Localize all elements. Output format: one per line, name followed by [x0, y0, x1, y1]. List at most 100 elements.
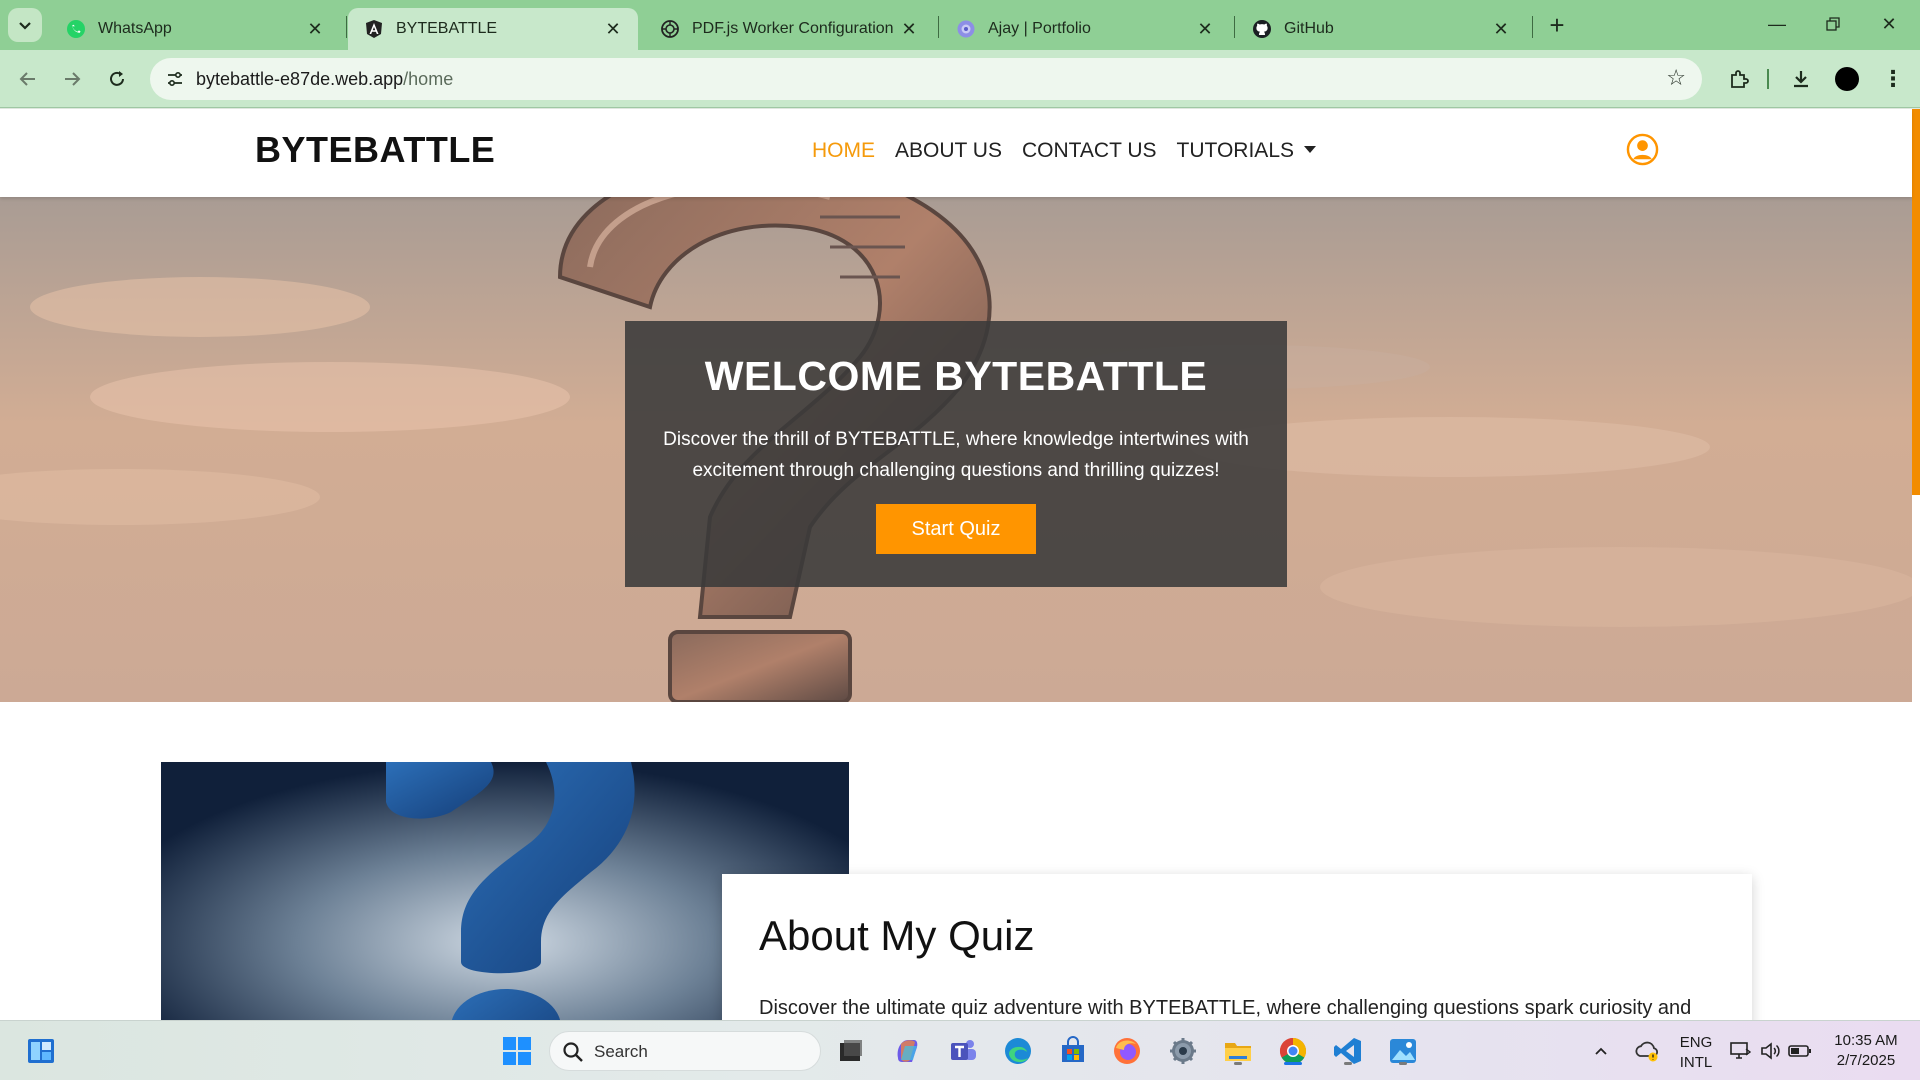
vscode-button[interactable] — [1331, 1034, 1365, 1068]
nav-contact-us[interactable]: CONTACT US — [1022, 139, 1157, 163]
weather-tray-button[interactable] — [1632, 1034, 1662, 1068]
start-quiz-button[interactable]: Start Quiz — [876, 504, 1036, 554]
battery-icon — [1788, 1045, 1811, 1057]
tab-title: WhatsApp — [98, 20, 172, 37]
toolbar-divider — [1767, 69, 1769, 89]
start-button[interactable] — [500, 1034, 534, 1068]
nav-about-us[interactable]: ABOUT US — [895, 139, 1002, 163]
battery-button[interactable] — [1787, 1034, 1813, 1068]
address-bar[interactable]: bytebattle-e87de.web.app/home ☆ — [150, 58, 1702, 100]
tab-pdfjs[interactable]: PDF.js Worker Configuration ✕ — [644, 8, 934, 50]
tab-title: Ajay | Portfolio — [988, 20, 1091, 37]
tab-separator — [938, 16, 939, 38]
about-description: Discover the ultimate quiz adventure wit… — [759, 997, 1692, 1019]
windows-icon — [503, 1037, 531, 1065]
hero-description: Discover the thrill of BYTEBATTLE, where… — [663, 429, 1249, 481]
tab-title: PDF.js Worker Configuration — [692, 20, 894, 37]
chevron-down-icon — [19, 22, 31, 30]
bookmark-star-icon[interactable]: ☆ — [1666, 65, 1686, 91]
firefox-button[interactable] — [1110, 1034, 1144, 1068]
close-icon[interactable]: ✕ — [1490, 18, 1512, 40]
minimize-button[interactable]: — — [1754, 8, 1800, 40]
site-brand[interactable]: BYTEBATTLE — [255, 129, 495, 171]
chevron-up-icon — [1595, 1047, 1607, 1055]
edge-button[interactable] — [1001, 1034, 1035, 1068]
scrollbar-thumb[interactable] — [1912, 109, 1920, 495]
github-icon — [1253, 20, 1271, 38]
close-window-button[interactable]: ✕ — [1866, 8, 1912, 40]
nav-tutorials-label: TUTORIALS — [1176, 139, 1294, 162]
taskbar-search[interactable]: Search — [549, 1031, 821, 1071]
site-info-button[interactable] — [162, 66, 188, 92]
edge-icon — [1005, 1038, 1031, 1064]
close-icon[interactable]: ✕ — [1194, 18, 1216, 40]
language-code: ENG — [1679, 1034, 1713, 1051]
url-host: bytebattle-e87de.web.app — [196, 69, 404, 89]
restore-button[interactable] — [1810, 8, 1856, 40]
teams-icon — [951, 1040, 976, 1060]
user-account-icon[interactable] — [1626, 133, 1659, 166]
file-explorer-button[interactable] — [1221, 1034, 1255, 1068]
close-icon[interactable]: ✕ — [602, 18, 624, 40]
forward-button[interactable] — [56, 63, 88, 95]
hero-card: WELCOME BYTEBATTLE Discover the thrill o… — [625, 321, 1287, 587]
profile-button[interactable] — [1830, 62, 1864, 96]
task-view-icon — [840, 1040, 862, 1061]
running-indicator — [1284, 1062, 1302, 1065]
avatar — [1835, 67, 1859, 91]
taskbar: Search ENG INTL 10:35 AM 2/7/2025 — [0, 1020, 1920, 1080]
copilot-button[interactable] — [890, 1034, 924, 1068]
photos-button[interactable] — [1386, 1034, 1420, 1068]
settings-button[interactable] — [1166, 1034, 1200, 1068]
about-title: About My Quiz — [759, 912, 1035, 959]
tab-whatsapp[interactable]: WhatsApp ✕ — [50, 8, 340, 50]
close-icon[interactable]: ✕ — [304, 18, 326, 40]
firefox-icon — [1114, 1038, 1140, 1064]
speaker-icon — [1761, 1042, 1780, 1060]
page-scrollbar[interactable] — [1912, 109, 1920, 1020]
site-header: BYTEBATTLE HOME ABOUT US CONTACT US TUTO… — [0, 109, 1912, 197]
language-indicator[interactable]: ENG INTL — [1676, 1033, 1716, 1073]
reload-button[interactable] — [101, 63, 133, 95]
show-hidden-icons-button[interactable] — [1590, 1034, 1612, 1068]
widgets-button[interactable] — [24, 1034, 58, 1068]
task-view-button[interactable] — [834, 1034, 868, 1068]
browser-menu-button[interactable]: ⋮ — [1876, 62, 1910, 96]
tab-title: BYTEBATTLE — [396, 20, 498, 37]
new-tab-button[interactable]: + — [1542, 11, 1572, 41]
url-text: bytebattle-e87de.web.app/home — [196, 69, 453, 90]
hero-title: WELCOME BYTEBATTLE — [704, 353, 1208, 399]
nav-home[interactable]: HOME — [812, 139, 875, 163]
store-button[interactable] — [1056, 1034, 1090, 1068]
tab-github[interactable]: GitHub ✕ — [1236, 8, 1526, 50]
tab-bytebattle[interactable]: BYTEBATTLE ✕ — [348, 8, 638, 50]
running-indicator — [1234, 1062, 1242, 1065]
arrow-left-icon — [19, 72, 35, 86]
monitor-network-icon — [1730, 1042, 1751, 1059]
chrome-button[interactable] — [1276, 1034, 1310, 1068]
clock[interactable]: 10:35 AM 2/7/2025 — [1826, 1031, 1906, 1071]
network-button[interactable] — [1727, 1034, 1753, 1068]
restore-icon — [1826, 17, 1840, 31]
main-nav: HOME ABOUT US CONTACT US TUTORIALS — [812, 139, 1316, 163]
openai-icon — [661, 20, 679, 38]
store-icon — [1062, 1036, 1084, 1062]
volume-button[interactable] — [1757, 1034, 1783, 1068]
teams-button[interactable] — [946, 1034, 980, 1068]
back-button[interactable] — [12, 63, 44, 95]
hero-section: WELCOME BYTEBATTLE Discover the thrill o… — [0, 197, 1912, 702]
search-icon — [563, 1042, 583, 1062]
url-path: /home — [403, 69, 454, 89]
tab-search-button[interactable] — [8, 8, 42, 42]
portfolio-icon — [957, 20, 975, 38]
nav-tutorials-dropdown[interactable]: TUTORIALS — [1177, 139, 1316, 163]
puzzle-icon — [1731, 70, 1749, 88]
angular-icon — [366, 20, 382, 38]
search-label: Search — [594, 1042, 648, 1061]
downloads-button[interactable] — [1784, 62, 1818, 96]
web-page: BYTEBATTLE HOME ABOUT US CONTACT US TUTO… — [0, 109, 1920, 1020]
close-icon[interactable]: ✕ — [898, 18, 920, 40]
extensions-button[interactable] — [1722, 62, 1756, 96]
tab-portfolio[interactable]: Ajay | Portfolio ✕ — [940, 8, 1230, 50]
tab-separator — [1532, 16, 1533, 38]
